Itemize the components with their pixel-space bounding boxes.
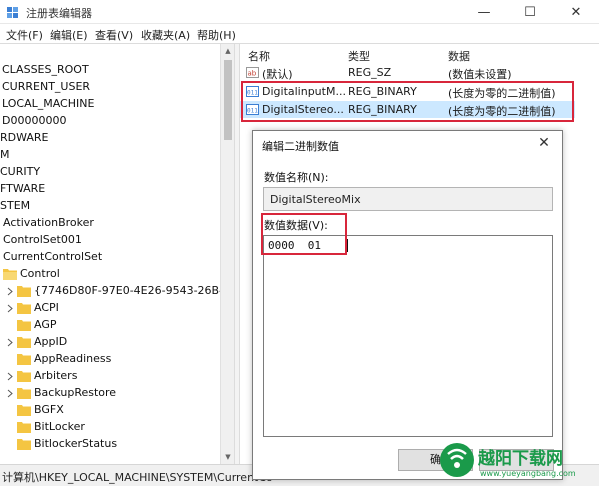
tree-item-label: AGP: [34, 318, 57, 331]
tree-item[interactable]: AppID: [0, 334, 220, 351]
folder-icon: [17, 354, 31, 365]
tree-item-label: M: [0, 148, 10, 161]
tree-item[interactable]: BackupRestore: [0, 385, 220, 402]
watermark-url: www.yueyangbang.com: [480, 469, 576, 478]
tree-item-label: AppReadiness: [34, 352, 112, 365]
tree-item-label: AppID: [34, 335, 68, 348]
close-icon: ✕: [538, 135, 550, 151]
menu-favorites[interactable]: 收藏夹(A): [141, 27, 190, 43]
folder-icon: [17, 405, 31, 416]
tree-item-label: LOCAL_MACHINE: [2, 97, 95, 110]
maximize-button[interactable]: ☐: [507, 0, 553, 24]
regedit-app-icon: [7, 7, 18, 18]
tree-item-label: Control: [20, 267, 60, 280]
tree-item[interactable]: ACPI: [0, 300, 220, 317]
chevron-right-icon: [7, 304, 13, 313]
dialog-title: 编辑二进制数值: [262, 140, 339, 153]
tree-item-label: BGFX: [34, 403, 64, 416]
tree-item-label: Arbiters: [34, 369, 78, 382]
tree-item[interactable]: Arbiters: [0, 368, 220, 385]
column-header-name[interactable]: 名称: [248, 48, 270, 64]
tree-item-label: CURRENT_USER: [2, 80, 91, 93]
folder-icon: [17, 320, 31, 331]
registry-tree[interactable]: CLASSES_ROOT CURRENT_USER LOCAL_MACHINE …: [0, 44, 234, 464]
column-header-data[interactable]: 数据: [448, 48, 470, 64]
tree-item-label: CurrentControlSet: [3, 250, 103, 263]
minimize-icon: —: [477, 4, 491, 20]
value-type: REG_SZ: [348, 66, 392, 79]
tree-item[interactable]: AGP: [0, 317, 220, 334]
maximize-icon: ☐: [524, 4, 536, 20]
tree-item[interactable]: BGFX: [0, 402, 220, 419]
tree-item-label: CURITY: [0, 165, 41, 178]
chevron-right-icon: [7, 287, 13, 296]
chevron-right-icon: [7, 389, 13, 398]
tree-item-label: ControlSet001: [3, 233, 82, 246]
folder-icon: [17, 439, 31, 450]
value-name-text: DigitalStereoMix: [270, 193, 361, 206]
tree-item-label: FTWARE: [0, 182, 46, 195]
tree-item-label: BitLocker: [34, 420, 85, 433]
tree-item[interactable]: BitlockerStatus: [0, 436, 220, 453]
menu-file[interactable]: 文件(F): [6, 27, 43, 43]
value-name: (默认): [262, 68, 293, 81]
tree-scrollbar[interactable]: ▲ ▼: [220, 44, 234, 464]
svg-text:ab: ab: [248, 70, 257, 78]
minimize-button[interactable]: —: [461, 0, 507, 24]
title-bar: 注册表编辑器 — ☐ ✕: [0, 0, 599, 24]
chevron-right-icon: [7, 372, 13, 381]
tree-item[interactable]: AppReadiness: [0, 351, 220, 368]
chevron-right-icon: [7, 338, 13, 347]
string-value-icon: ab: [246, 67, 259, 78]
folder-icon: [17, 371, 31, 382]
window-title: 注册表编辑器: [26, 7, 92, 20]
menu-view[interactable]: 查看(V): [95, 27, 133, 43]
tree-item[interactable]: {7746D80F-97E0-4E26-9543-26B41FC2: [0, 283, 234, 300]
close-button[interactable]: ✕: [553, 0, 599, 24]
list-header: 名称 类型 数据: [240, 44, 599, 64]
tree-item-label: RDWARE: [0, 131, 49, 144]
menu-bar: 文件(F) 编辑(E) 查看(V) 收藏夹(A) 帮助(H): [0, 24, 599, 44]
watermark-text: 越阳下载网: [478, 449, 563, 469]
watermark-logo-icon: [440, 443, 474, 477]
dialog-close-button[interactable]: ✕: [532, 133, 556, 153]
text-caret: [347, 239, 348, 252]
tree-item-label: BitlockerStatus: [34, 437, 118, 450]
scroll-down-arrow-icon[interactable]: ▼: [221, 450, 235, 464]
menu-help[interactable]: 帮助(H): [197, 27, 236, 43]
folder-icon: [17, 303, 31, 314]
folder-open-icon: [3, 269, 17, 280]
menu-edit[interactable]: 编辑(E): [50, 27, 88, 43]
highlight-box-rows: [241, 81, 574, 122]
value-name-label: 数值名称(N):: [264, 171, 329, 184]
tree-item-label: ActivationBroker: [3, 216, 94, 229]
edit-binary-dialog: 编辑二进制数值 ✕ 数值名称(N): DigitalStereoMix 数值数据…: [252, 130, 563, 480]
tree-item-label: BackupRestore: [34, 386, 117, 399]
tree-item-label: CLASSES_ROOT: [2, 63, 89, 76]
folder-icon: [17, 286, 31, 297]
scrollbar-thumb[interactable]: [224, 60, 232, 140]
status-path: 计算机\HKEY_LOCAL_MACHINE\SYSTEM\CurrentCo: [2, 471, 273, 484]
close-icon: ✕: [570, 4, 582, 20]
folder-icon: [17, 388, 31, 399]
highlight-box-data: [261, 213, 347, 255]
tree-item-label: D00000000: [2, 114, 67, 127]
tree-item-label: {7746D80F-97E0-4E26-9543-26B41FC2: [34, 284, 234, 297]
value-data-editor[interactable]: 0000 01: [263, 235, 553, 437]
tree-item-label: STEM: [0, 199, 31, 212]
site-watermark: 越阳下载网 www.yueyangbang.com: [432, 436, 599, 486]
tree-item[interactable]: BitLocker: [0, 419, 220, 436]
scroll-up-arrow-icon[interactable]: ▲: [221, 44, 235, 58]
folder-icon: [17, 337, 31, 348]
value-data: (数值未设置): [448, 68, 512, 81]
folder-icon: [17, 422, 31, 433]
tree-item-control[interactable]: Control: [0, 266, 220, 283]
column-header-type[interactable]: 类型: [348, 48, 370, 64]
value-name-field: DigitalStereoMix: [263, 187, 553, 211]
value-row[interactable]: ab (默认) REG_SZ (数值未设置): [240, 64, 575, 81]
tree-item-label: ACPI: [34, 301, 59, 314]
